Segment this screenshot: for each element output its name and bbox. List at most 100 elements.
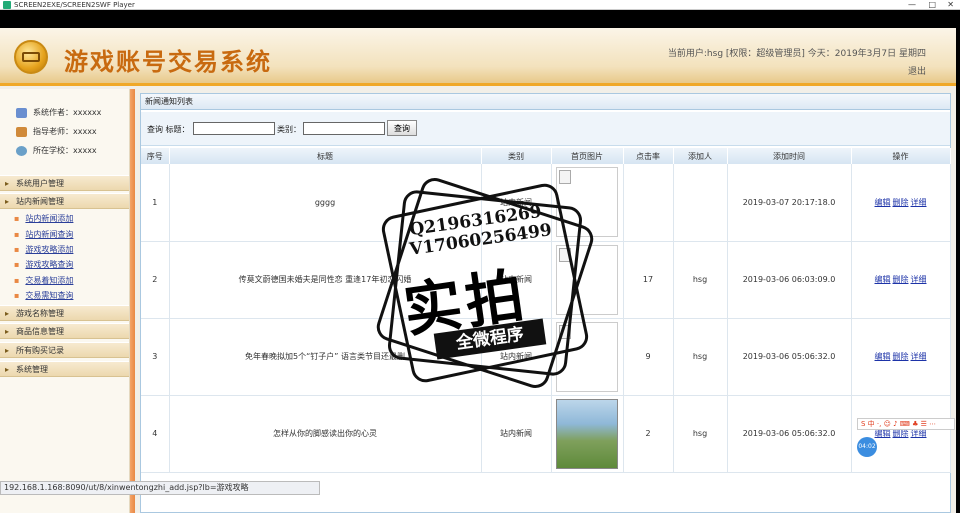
cell-time: 2019-03-07 20:17:18.0 — [727, 164, 852, 242]
sub-guide-add[interactable]: 游戏攻略添加 — [14, 244, 73, 255]
col-type: 类别 — [481, 148, 552, 164]
cell-clicks: 9 — [623, 318, 674, 396]
player-title: SCREEN2EXE/SCREEN2SWF Player — [14, 1, 135, 9]
cell-no: 3 — [141, 318, 170, 396]
player-app-icon — [3, 1, 11, 9]
clock-badge: 04:02 — [857, 437, 877, 457]
col-actions: 操作 — [851, 148, 951, 164]
broken-image-icon — [556, 244, 618, 315]
sub-trade-query[interactable]: 交易需知查询 — [14, 290, 73, 301]
status-bar-url: 192.168.1.168:8090/ut/8/xinwentongzhi_ad… — [0, 481, 320, 495]
menu-orders[interactable]: 所有购买记录 — [0, 342, 129, 358]
teacher-icon — [16, 126, 27, 137]
cell-clicks — [623, 164, 674, 242]
cell-actions: 编辑 删除 详细 — [851, 318, 951, 396]
menu-game-mgmt[interactable]: 游戏名称管理 — [0, 305, 129, 321]
col-clicks: 点击率 — [623, 148, 674, 164]
main-panel: 新闻通知列表 查询 标题： 类别： 查询 序号 标题 类别 首页图片 点击率 添… — [140, 93, 951, 513]
search-bar: 查询 标题： 类别： 查询 — [141, 112, 950, 146]
cell-title: gggg — [169, 164, 482, 242]
search-type-input[interactable] — [303, 122, 385, 135]
cell-image — [551, 241, 624, 319]
cell-actions: 编辑 删除 详细 — [851, 395, 951, 473]
sub-guide-query[interactable]: 游戏攻略查询 — [14, 259, 73, 270]
delete-link[interactable]: 删除 — [893, 198, 909, 207]
school-info: 所在学校：xxxxx — [16, 145, 97, 156]
delete-link[interactable]: 删除 — [893, 275, 909, 284]
cell-time: 2019-03-06 06:03:09.0 — [727, 241, 852, 319]
users-icon — [16, 107, 27, 118]
col-no: 序号 — [141, 148, 170, 164]
cell-no: 4 — [141, 395, 170, 473]
maximize-button[interactable]: □ — [928, 0, 936, 10]
cell-title: 怎样从你的脚感读出你的心灵 — [169, 395, 482, 473]
broken-image-icon — [556, 321, 618, 392]
cell-actions: 编辑 删除 详细 — [851, 241, 951, 319]
cell-adder: hsg — [673, 241, 728, 319]
sidebar-splitter[interactable] — [130, 89, 135, 513]
cell-no: 1 — [141, 164, 170, 242]
search-title-label: 查询 标题： — [147, 125, 190, 134]
sub-news-query[interactable]: 站内新闻查询 — [14, 229, 73, 240]
edit-link[interactable]: 编辑 — [875, 275, 891, 284]
col-adder: 添加人 — [673, 148, 728, 164]
search-type-label: 类别： — [277, 125, 301, 134]
sub-news-add[interactable]: 站内新闻添加 — [14, 213, 73, 224]
table-row: 1 gggg 站内新闻 2019-03-07 20:17:18.0 编辑 删除 详细 — [141, 164, 951, 242]
school-icon — [16, 145, 27, 156]
logout-link[interactable]: 退出 — [908, 64, 926, 77]
cell-clicks: 17 — [623, 241, 674, 319]
cell-title: 传莫文蔚德国未婚夫是同性恋 重逢17年初恋闪婚 — [169, 241, 482, 319]
search-button[interactable]: 查询 — [387, 120, 417, 136]
edit-link[interactable]: 编辑 — [875, 429, 891, 438]
ime-toolbar[interactable]: S 中 ·, ☺ ♪ ⌨ ♣ ☰ ⋯ — [857, 418, 955, 430]
cell-no: 2 — [141, 241, 170, 319]
cell-adder: hsg — [673, 395, 728, 473]
search-title-input[interactable] — [193, 122, 275, 135]
detail-link[interactable]: 详细 — [911, 352, 927, 361]
cell-image — [551, 395, 624, 473]
table-row: 4 怎样从你的脚感读出你的心灵 站内新闻 2 hsg 2019-03-06 05… — [141, 395, 951, 473]
edit-link[interactable]: 编辑 — [875, 352, 891, 361]
teacher-info: 指导老师：xxxxx — [16, 126, 97, 137]
news-table: 序号 标题 类别 首页图片 点击率 添加人 添加时间 操作 1 gggg 站内新 — [141, 148, 951, 473]
panel-title: 新闻通知列表 — [141, 94, 950, 110]
delete-link[interactable]: 删除 — [893, 429, 909, 438]
col-time: 添加时间 — [727, 148, 852, 164]
letterbox-top — [0, 10, 960, 28]
landscape-photo — [556, 398, 618, 469]
table-row: 2 传莫文蔚德国未婚夫是同性恋 重逢17年初恋闪婚 站内新闻 17 hsg 20… — [141, 241, 951, 319]
cell-adder — [673, 164, 728, 242]
cell-type: 站内新闻 — [481, 318, 552, 396]
table-row: 3 免年春晚拟加5个“钉子户” 语言类节目还最删 站内新闻 9 hsg 2019… — [141, 318, 951, 396]
author-info: 系统作者：xxxxxx — [16, 107, 101, 118]
menu-news-mgmt[interactable]: 站内新闻管理 — [0, 193, 129, 209]
menu-goods-mgmt[interactable]: 商品信息管理 — [0, 323, 129, 339]
user-info: 当前用户:hsg [权限：超级管理员] 今天：2019年3月7日 星期四 — [667, 49, 926, 59]
detail-link[interactable]: 详细 — [911, 198, 927, 207]
col-image: 首页图片 — [551, 148, 624, 164]
cell-type: 站内新闻 — [481, 241, 552, 319]
menu-user-mgmt[interactable]: 系统用户管理 — [0, 175, 129, 191]
cell-actions: 编辑 删除 详细 — [851, 164, 951, 242]
cell-type: 站内新闻 — [481, 395, 552, 473]
cell-type: 站内新闻 — [481, 164, 552, 242]
cell-image — [551, 164, 624, 242]
delete-link[interactable]: 删除 — [893, 352, 909, 361]
cell-title: 免年春晚拟加5个“钉子户” 语言类节目还最删 — [169, 318, 482, 396]
cell-time: 2019-03-06 05:06:32.0 — [727, 318, 852, 396]
app-header: 游戏账号交易系统 当前用户:hsg [权限：超级管理员] 今天：2019年3月7… — [0, 28, 958, 86]
col-title: 标题 — [169, 148, 482, 164]
sub-trade-add[interactable]: 交易着知添加 — [14, 275, 73, 286]
app-logo-icon — [14, 40, 48, 74]
minimize-button[interactable]: — — [908, 0, 916, 10]
cell-adder: hsg — [673, 318, 728, 396]
close-button[interactable]: ✕ — [947, 0, 954, 10]
letterbox-right — [956, 28, 960, 513]
detail-link[interactable]: 详细 — [911, 275, 927, 284]
menu-system[interactable]: 系统管理 — [0, 361, 129, 377]
table-header-row: 序号 标题 类别 首页图片 点击率 添加人 添加时间 操作 — [141, 148, 951, 164]
edit-link[interactable]: 编辑 — [875, 198, 891, 207]
player-titlebar: SCREEN2EXE/SCREEN2SWF Player — □ ✕ — [0, 0, 960, 10]
detail-link[interactable]: 详细 — [911, 429, 927, 438]
